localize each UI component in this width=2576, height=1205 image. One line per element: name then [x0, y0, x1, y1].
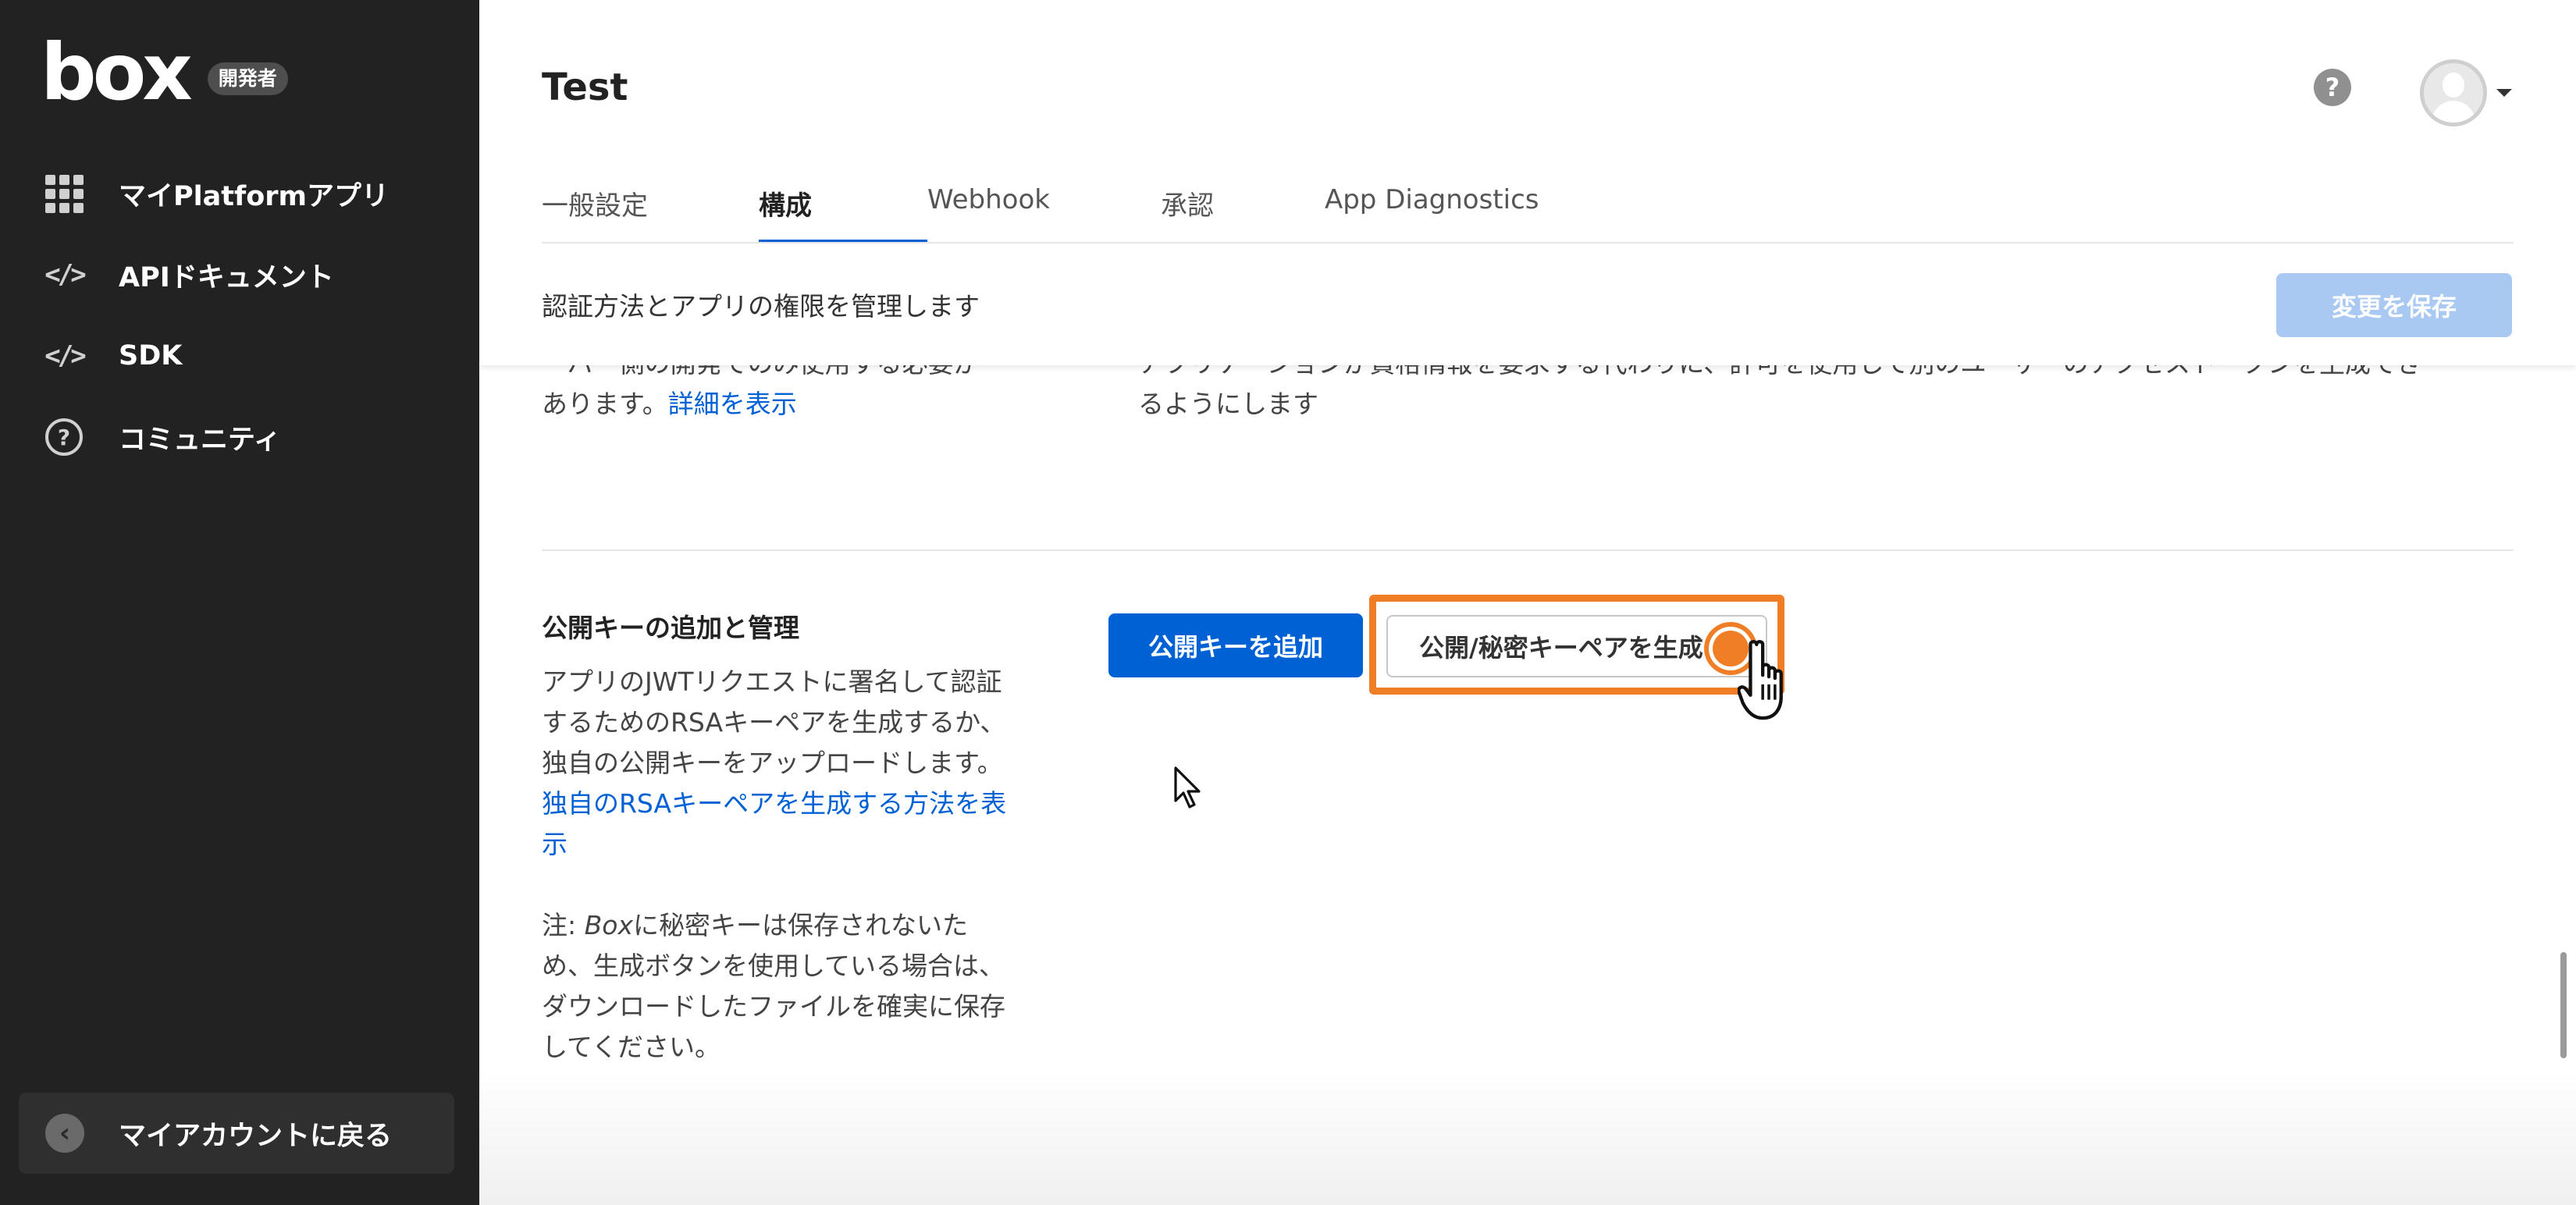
- subheader-bar: 認証方法とアプリの権限を管理します 変更を保存: [479, 243, 2576, 365]
- public-key-description-text: アプリのJWTリクエストに署名して認証するためのRSAキーペアを生成するか、独自…: [542, 666, 1006, 778]
- note-brand: Box: [584, 910, 633, 940]
- section-divider: [542, 549, 2514, 551]
- tab-general-settings[interactable]: 一般設定: [542, 181, 648, 243]
- note-prefix: 注:: [542, 910, 585, 940]
- previous-option-text-2: るようにします: [1138, 389, 1318, 419]
- chevron-down-icon[interactable]: [2496, 89, 2512, 97]
- sidebar-nav: マイPlatformアプリ </> APIドキュメント </> SDK ? コミ…: [0, 153, 479, 478]
- tab-authorization[interactable]: 承認: [1161, 181, 1214, 243]
- arrow-cursor-icon: [1174, 766, 1201, 809]
- code-icon: </>: [44, 340, 86, 371]
- sidebar-item-my-platform-apps[interactable]: マイPlatformアプリ: [0, 153, 479, 234]
- help-icon[interactable]: ?: [2314, 69, 2351, 106]
- tab-app-diagnostics[interactable]: App Diagnostics: [1325, 181, 1539, 243]
- public-key-section-title: 公開キーの追加と管理: [542, 613, 799, 643]
- sidebar-item-label: APIドキュメント: [119, 261, 334, 293]
- back-to-account-label: マイアカウントに戻る: [119, 1120, 393, 1152]
- tab-bar: 一般設定 構成 Webhook 承認 App Diagnostics: [542, 181, 1539, 243]
- apps-grid-icon: [44, 173, 84, 214]
- sidebar: box 開発者 マイPlatformアプリ </> APIドキュメント </>: [0, 0, 479, 1205]
- public-key-section-description: アプリのJWTリクエストに署名して認証するためのRSAキーペアを生成するか、独自…: [542, 662, 1010, 865]
- sidebar-item-sdk[interactable]: </> SDK: [0, 315, 479, 396]
- page-title: Test: [542, 66, 628, 109]
- sidebar-item-api-docs[interactable]: </> APIドキュメント: [0, 234, 479, 315]
- save-changes-button[interactable]: 変更を保存: [2276, 273, 2512, 337]
- subheader-text: 認証方法とアプリの権限を管理します: [542, 291, 980, 322]
- help-circle-icon: ?: [44, 417, 84, 457]
- rsa-keypair-howto-link[interactable]: 独自のRSAキーペアを生成する方法を表示: [542, 788, 1006, 859]
- generate-keypair-button[interactable]: 公開/秘密キーペアを生成: [1386, 615, 1767, 677]
- tab-configuration[interactable]: 構成: [759, 181, 927, 243]
- main-content: ーバー側の開発でのみ使用する必要が あります。詳細を表示 アプリケーションが資格…: [479, 0, 2576, 1205]
- developer-badge: 開発者: [207, 62, 288, 95]
- logo-text: box: [41, 27, 193, 118]
- sidebar-item-label: SDK: [119, 340, 183, 371]
- sidebar-item-label: マイPlatformアプリ: [119, 180, 390, 212]
- box-logo[interactable]: box 開発者: [41, 27, 288, 118]
- chevron-left-icon: ‹: [45, 1114, 84, 1153]
- details-link[interactable]: 詳細を表示: [668, 389, 797, 419]
- back-to-account-button[interactable]: ‹ マイアカウントに戻る: [19, 1093, 454, 1174]
- sidebar-item-label: コミュニティ: [119, 424, 281, 456]
- previous-section-text-2: あります。: [542, 389, 668, 419]
- tab-webhook[interactable]: Webhook: [927, 181, 1050, 243]
- private-key-note: 注: Boxに秘密キーは保存されないため、生成ボタンを使用している場合は、ダウン…: [542, 905, 1010, 1068]
- hand-pointer-cursor-icon: [1738, 640, 1783, 720]
- bottom-fade-overlay: [479, 1069, 2576, 1205]
- avatar[interactable]: [2420, 59, 2487, 126]
- scrollbar[interactable]: [2560, 952, 2567, 1058]
- sidebar-item-community[interactable]: ? コミュニティ: [0, 396, 479, 478]
- add-public-key-button[interactable]: 公開キーを追加: [1108, 613, 1363, 677]
- code-icon: </>: [44, 259, 86, 290]
